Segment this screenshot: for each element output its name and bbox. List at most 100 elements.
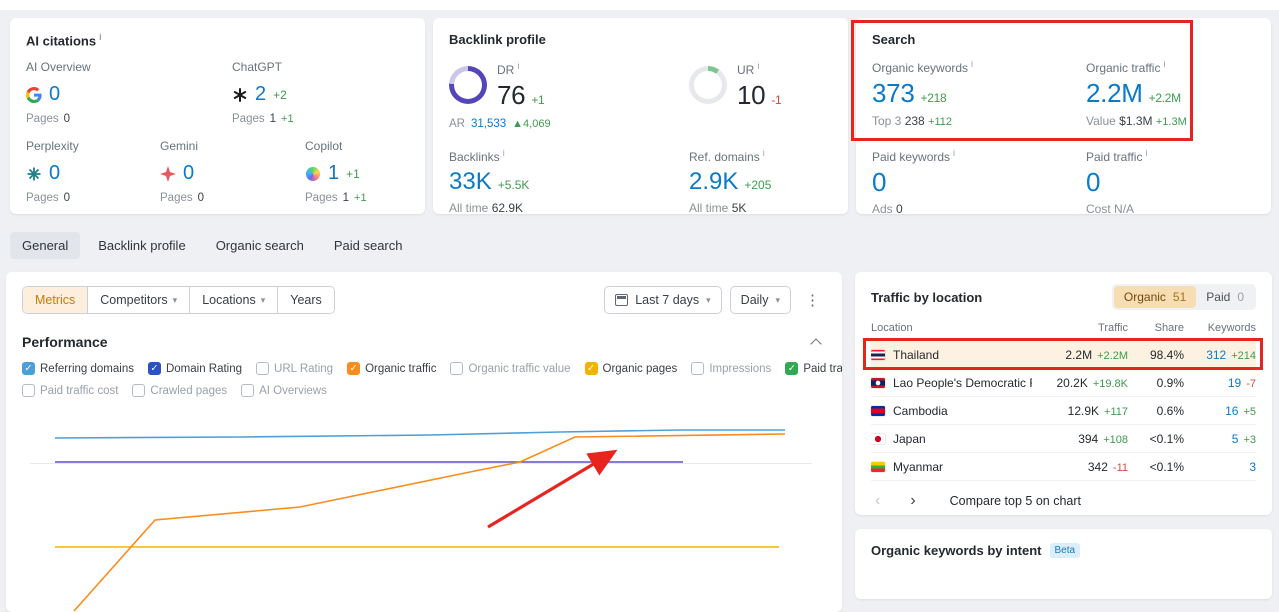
- perplexity-label: Perplexity: [26, 139, 79, 154]
- tab-paid-search[interactable]: Paid search: [322, 232, 415, 259]
- ur-donut-chart: [689, 66, 727, 105]
- next-page-button[interactable]: ›: [906, 493, 919, 509]
- info-icon: [971, 59, 973, 69]
- checkbox-ai-overviews[interactable]: AI Overviews: [241, 384, 327, 397]
- gemini-label: Gemini: [160, 139, 199, 154]
- checkbox-icon: [22, 362, 35, 375]
- performance-header: Performance: [22, 334, 826, 350]
- backlinks-value[interactable]: 33K: [449, 168, 492, 196]
- checkbox-icon: [241, 384, 255, 397]
- paid-keywords-block: Paid keywords 0 Ads 0: [872, 148, 1086, 217]
- organic-keywords-value[interactable]: 373: [872, 79, 915, 108]
- locations-dropdown[interactable]: Locations ▾: [189, 287, 278, 313]
- location-table-header: Location Traffic Share Keywords: [871, 318, 1256, 341]
- checkbox-referring-domains[interactable]: Referring domains: [22, 362, 134, 375]
- checkbox-icon: [785, 362, 799, 375]
- performance-title: Performance: [22, 334, 108, 350]
- performance-chart[interactable]: [22, 415, 826, 612]
- keywords-link[interactable]: 312: [1206, 348, 1226, 362]
- perplexity-value[interactable]: 0: [49, 162, 60, 185]
- ref-domains-block: Ref. domains 2.9K+205 All time 5K: [689, 148, 832, 216]
- cambodia-flag-icon: [871, 405, 885, 416]
- ai-overview-label: AI Overview: [26, 60, 91, 75]
- ur-label: UR: [737, 63, 755, 77]
- toolbar-right: Last 7 days ▾ Daily ▾ ⋮: [604, 286, 826, 314]
- paid-toggle[interactable]: Paid 0: [1196, 286, 1254, 308]
- keywords-link[interactable]: 5: [1232, 432, 1239, 446]
- date-range-button[interactable]: Last 7 days ▾: [604, 286, 722, 314]
- keywords-link[interactable]: 19: [1228, 376, 1241, 390]
- myanmar-flag-icon: [871, 461, 885, 472]
- organic-toggle[interactable]: Organic 51: [1113, 286, 1197, 308]
- table-row-cambodia[interactable]: Cambodia 12.9K +117 0.6% 16 +5: [871, 397, 1256, 425]
- keywords-link[interactable]: 3: [1249, 460, 1256, 474]
- more-options-button[interactable]: ⋮: [799, 289, 826, 311]
- ar-value[interactable]: 31,533: [471, 118, 506, 130]
- checkbox-domain-rating[interactable]: Domain Rating: [147, 362, 242, 375]
- tab-organic-search[interactable]: Organic search: [204, 232, 316, 259]
- compare-top5-link[interactable]: Compare top 5 on chart: [950, 494, 1081, 508]
- years-button[interactable]: Years: [277, 287, 334, 313]
- chatgpt-icon: [232, 87, 248, 103]
- checkbox-paid-traffic-cost[interactable]: Paid traffic cost: [22, 384, 118, 397]
- ai-item-ai-overview: AI Overview 0 Pages 0: [26, 60, 232, 125]
- ur-block: UR 10-1: [689, 61, 832, 130]
- info-icon: [953, 148, 955, 158]
- table-row-myanmar[interactable]: Myanmar 342 -11 <0.1% 3: [871, 453, 1256, 481]
- checkbox-organic-pages[interactable]: Organic pages: [584, 362, 677, 375]
- tab-backlink-profile[interactable]: Backlink profile: [86, 232, 197, 259]
- checkbox-icon: [22, 384, 35, 397]
- checkbox-organic-traffic[interactable]: Organic traffic: [347, 362, 436, 375]
- chevron-down-icon: ▾: [775, 294, 780, 305]
- ai-item-copilot: Copilot 1 +1 Pages 1 +1: [305, 139, 367, 205]
- search-title: Search: [872, 32, 916, 47]
- ref-domains-value[interactable]: 2.9K: [689, 168, 738, 196]
- keywords-link[interactable]: 16: [1225, 404, 1238, 418]
- paid-keywords-value[interactable]: 0: [872, 167, 886, 197]
- ref-domains-label: Ref. domains: [689, 149, 760, 164]
- top-strip: [0, 0, 1279, 10]
- ai-citations-row-2: Perplexity 0 Pages 0 Gemini 0 Pages 0 Copi…: [26, 139, 409, 204]
- chart-mode-controls: Metrics Competitors ▾ Locations ▾ Years: [22, 286, 335, 314]
- tab-general[interactable]: General: [10, 232, 81, 259]
- checkbox-url-rating[interactable]: URL Rating: [256, 362, 333, 375]
- gemini-value[interactable]: 0: [183, 162, 194, 185]
- backlinks-block: Backlinks 33K+5.5K All time 62.9K: [449, 148, 689, 216]
- collapse-chevron-icon[interactable]: [810, 338, 822, 350]
- copilot-value[interactable]: 1: [328, 162, 339, 185]
- perplexity-icon: [26, 166, 42, 182]
- ai-overview-value[interactable]: 0: [49, 83, 60, 106]
- ai-citations-row-1: AI Overview 0 Pages 0 ChatGPT 2 +2 Pages 1…: [26, 60, 409, 125]
- checkbox-icon: [691, 362, 705, 375]
- organic-keywords-by-intent-card: Organic keywords by intent Beta: [855, 529, 1272, 599]
- prev-page-button[interactable]: ‹: [871, 493, 884, 509]
- checkbox-crawled-pages[interactable]: Crawled pages: [132, 384, 227, 397]
- ai-citations-title: AI citations: [26, 32, 409, 48]
- organic-traffic-block: Organic traffic 2.2M+2.2M Value $1.3M +1…: [1086, 59, 1255, 128]
- location-name: Cambodia: [893, 403, 948, 418]
- organic-keywords-block: Organic keywords 373+218 Top 3 238 +112: [872, 59, 1086, 128]
- table-row-laos[interactable]: Lao People's Democratic Reput 20.2K+19.8…: [871, 369, 1256, 397]
- location-name: Myanmar: [893, 459, 944, 474]
- ar-line: AR 31,533 ▲4,069: [449, 117, 551, 130]
- overview-tabs: General Backlink profile Organic search …: [10, 232, 415, 259]
- checkbox-paid-traffic[interactable]: Paid traffic: [785, 362, 842, 375]
- granularity-dropdown[interactable]: Daily ▾: [729, 286, 791, 314]
- checkbox-organic-traffic-value[interactable]: Organic traffic value: [450, 362, 571, 375]
- chatgpt-value[interactable]: 2: [255, 83, 266, 106]
- location-table: Location Traffic Share Keywords Thailand…: [863, 318, 1263, 481]
- paid-traffic-value[interactable]: 0: [1086, 167, 1100, 197]
- dr-donut-chart: [449, 66, 487, 105]
- chatgpt-label: ChatGPT: [232, 60, 283, 75]
- chevron-down-icon: ▾: [260, 294, 266, 305]
- paid-traffic-block: Paid traffic 0 Cost N/A: [1086, 148, 1255, 217]
- competitors-dropdown[interactable]: Competitors ▾: [87, 287, 190, 313]
- checkbox-icon: [347, 362, 361, 375]
- metric-checkbox-row-2: Paid traffic cost Crawled pages AI Overv…: [22, 384, 826, 397]
- checkbox-impressions[interactable]: Impressions: [691, 362, 771, 375]
- organic-traffic-value[interactable]: 2.2M: [1086, 79, 1143, 108]
- table-row-japan[interactable]: Japan 394 +108 <0.1% 5 +3: [871, 425, 1256, 453]
- metrics-button[interactable]: Metrics: [23, 287, 88, 313]
- table-row-thailand[interactable]: Thailand 2.2M +2.2M 98.4% 312 +214: [863, 338, 1263, 370]
- japan-flag-icon: [871, 433, 885, 444]
